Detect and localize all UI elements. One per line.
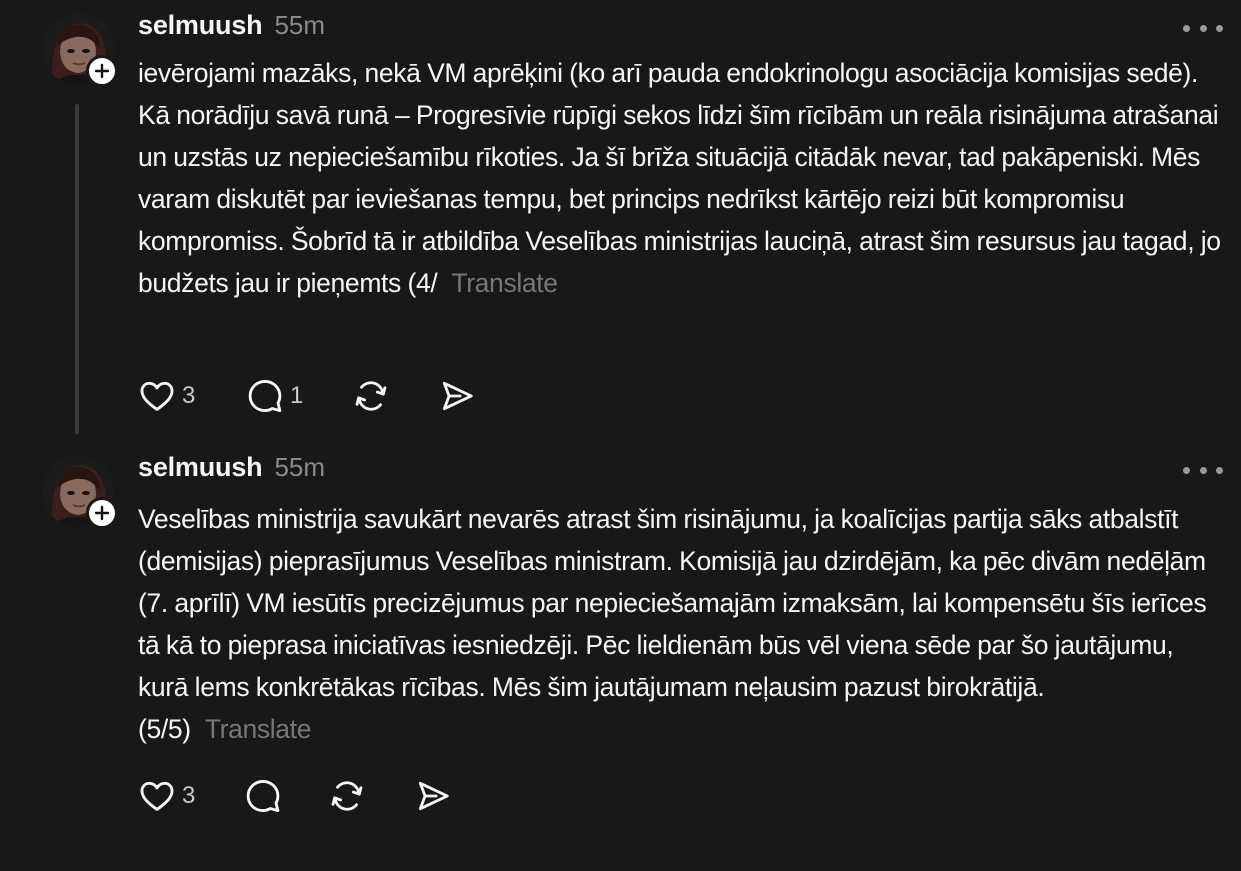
- post-actions: 3 1: [138, 376, 498, 416]
- repost-icon: [355, 381, 387, 411]
- heart-icon: [140, 781, 174, 811]
- more-button[interactable]: [1183, 460, 1223, 480]
- post-header: selmuush 55m: [138, 10, 325, 46]
- thread-line: [75, 104, 79, 434]
- share-button[interactable]: [438, 377, 498, 415]
- post-text: ievērojami mazāks, nekā VM aprēķini (ko …: [138, 52, 1223, 304]
- post-time[interactable]: 55m: [274, 452, 325, 483]
- share-button[interactable]: [414, 777, 474, 815]
- like-count: 3: [182, 382, 196, 409]
- share-icon: [442, 381, 473, 411]
- follow-plus-icon: [94, 63, 110, 79]
- like-count: 3: [182, 782, 196, 809]
- repost-button[interactable]: [352, 377, 438, 415]
- reply-count: 1: [290, 382, 304, 409]
- more-icon-dot: [1183, 466, 1190, 474]
- comment-icon: [246, 780, 280, 812]
- thread-feed: selmuush 55m ievērojami mazāks, nekā VM …: [0, 0, 1241, 871]
- translate-link[interactable]: Translate: [205, 714, 312, 744]
- like-button[interactable]: 3: [138, 777, 244, 815]
- follow-button[interactable]: [86, 55, 118, 87]
- translate-link[interactable]: Translate: [451, 268, 558, 298]
- more-icon-dot: [1216, 466, 1223, 474]
- post-text: Veselības ministrija savukārt nevarēs at…: [138, 498, 1223, 750]
- reply-button[interactable]: [244, 777, 328, 815]
- follow-plus-icon: [94, 505, 110, 521]
- repost-button[interactable]: [328, 777, 414, 815]
- post-text-content: Veselības ministrija savukārt nevarēs at…: [138, 504, 1207, 744]
- post: selmuush 55m Veselības ministrija savukā…: [0, 441, 1241, 871]
- username[interactable]: selmuush: [138, 10, 263, 41]
- reply-button[interactable]: 1: [246, 377, 352, 415]
- like-button[interactable]: 3: [138, 377, 246, 415]
- more-icon-dot: [1199, 466, 1207, 474]
- repost-icon: [331, 781, 363, 811]
- share-icon: [418, 781, 449, 811]
- more-button[interactable]: [1183, 18, 1223, 38]
- comment-icon: [248, 380, 282, 412]
- post-text-content: ievērojami mazāks, nekā VM aprēķini (ko …: [138, 58, 1221, 298]
- more-icon-dot: [1216, 24, 1223, 32]
- avatar-wrap: [42, 455, 118, 529]
- post-time[interactable]: 55m: [274, 10, 325, 41]
- post: selmuush 55m ievērojami mazāks, nekā VM …: [0, 0, 1241, 440]
- heart-icon: [140, 381, 174, 411]
- more-icon-dot: [1199, 24, 1207, 32]
- more-icon-dot: [1183, 24, 1190, 32]
- username[interactable]: selmuush: [138, 452, 263, 483]
- post-actions: 3: [138, 776, 474, 816]
- post-header: selmuush 55m: [138, 452, 325, 488]
- follow-button[interactable]: [86, 497, 118, 529]
- avatar-wrap: [42, 13, 118, 87]
